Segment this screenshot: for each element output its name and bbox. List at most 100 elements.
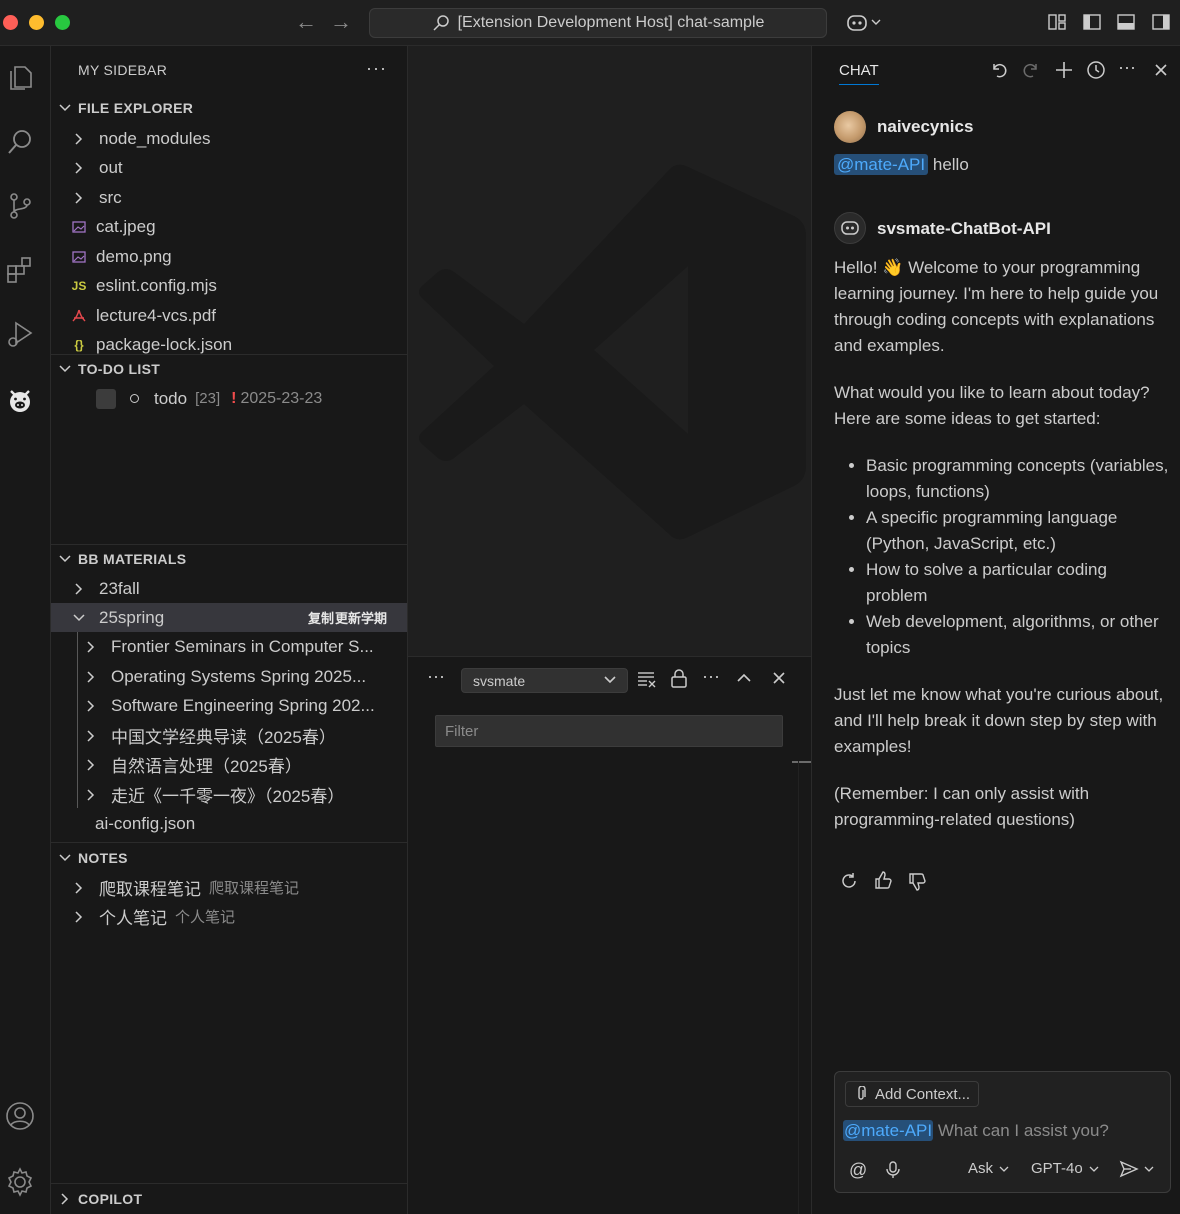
json-file-icon: {} bbox=[74, 337, 84, 352]
sidebar-more-actions[interactable]: ··· bbox=[366, 58, 387, 79]
close-panel-icon[interactable] bbox=[772, 671, 786, 685]
tree-item-label: 爬取课程笔记 bbox=[99, 880, 201, 899]
back-arrow-icon[interactable]: ← bbox=[295, 10, 317, 34]
pig-extension-icon[interactable] bbox=[2, 382, 38, 418]
mode-picker[interactable]: Ask bbox=[968, 1160, 1010, 1177]
todo-item[interactable]: todo [23] ! 2025-23-23 bbox=[51, 384, 407, 413]
chevron-down-icon bbox=[51, 103, 78, 113]
tree-item-src[interactable]: src bbox=[51, 183, 407, 212]
send-button[interactable] bbox=[1119, 1160, 1155, 1178]
maximize-window-button[interactable] bbox=[55, 15, 70, 30]
todo-checkbox[interactable] bbox=[96, 388, 116, 409]
minimize-window-button[interactable] bbox=[29, 15, 44, 30]
tree-item-ai-config[interactable]: ai-config.json bbox=[51, 809, 407, 838]
paperclip-icon bbox=[858, 1086, 866, 1100]
output-channel-select[interactable]: svsmate bbox=[461, 668, 628, 693]
course-folder[interactable]: Frontier Seminars in Computer S... bbox=[51, 632, 407, 661]
course-folder[interactable]: 自然语言处理（2025春） bbox=[51, 750, 407, 779]
tree-item-out[interactable]: out bbox=[51, 153, 407, 182]
accounts-icon[interactable] bbox=[2, 1098, 38, 1134]
chat-more-icon[interactable]: ··· bbox=[1118, 57, 1136, 78]
clear-output-icon[interactable] bbox=[637, 670, 657, 688]
customize-layout-icon[interactable] bbox=[1047, 12, 1067, 32]
course-folder[interactable]: Software Engineering Spring 202... bbox=[51, 691, 407, 720]
thumbs-down-icon[interactable] bbox=[907, 872, 927, 892]
bb-materials-header[interactable]: BB MATERIALS bbox=[51, 547, 407, 571]
file-explorer-header[interactable]: FILE EXPLORER bbox=[51, 96, 407, 120]
todo-list-header[interactable]: TO-DO LIST bbox=[51, 357, 407, 381]
retry-icon[interactable] bbox=[839, 871, 859, 891]
lock-icon[interactable] bbox=[670, 668, 688, 688]
scrollbar-indicator bbox=[792, 761, 811, 763]
tree-item-label: src bbox=[99, 187, 122, 207]
chat-input-field[interactable]: @mate-API What can I assist you? bbox=[843, 1120, 1109, 1141]
tree-item-label: 中国文学经典导读（2025春） bbox=[111, 728, 336, 747]
mode-label: Ask bbox=[968, 1160, 994, 1177]
tree-item-demo-png[interactable]: demo.png bbox=[51, 242, 407, 271]
panel-more-actions[interactable]: ··· bbox=[427, 666, 445, 687]
tree-item-label: 25spring bbox=[99, 607, 165, 627]
bot-closing: Just let me know what you're curious abo… bbox=[834, 685, 1164, 756]
settings-gear-icon[interactable] bbox=[2, 1164, 38, 1200]
new-chat-plus-icon[interactable] bbox=[1054, 60, 1074, 80]
course-folder[interactable]: Operating Systems Spring 2025... bbox=[51, 662, 407, 691]
chevron-right-icon bbox=[83, 640, 99, 654]
course-folder[interactable]: 中国文学经典导读（2025春） bbox=[51, 721, 407, 750]
user-message-text: hello bbox=[932, 155, 969, 174]
model-picker[interactable]: GPT-4o bbox=[1031, 1160, 1100, 1177]
undo-icon[interactable] bbox=[990, 61, 1008, 79]
tree-item-23fall[interactable]: 23fall bbox=[51, 574, 407, 603]
chevron-right-icon bbox=[71, 191, 87, 205]
toggle-primary-sidebar-icon[interactable] bbox=[1082, 12, 1102, 32]
extensions-icon[interactable] bbox=[2, 252, 38, 288]
notes-item-crawl[interactable]: 爬取课程笔记 爬取课程笔记 bbox=[51, 873, 407, 902]
toggle-secondary-sidebar-icon[interactable] bbox=[1151, 12, 1171, 32]
tree-item-cat-jpeg[interactable]: cat.jpeg bbox=[51, 212, 407, 241]
source-control-icon[interactable] bbox=[2, 188, 38, 224]
panel-overflow-icon[interactable]: ··· bbox=[702, 666, 720, 687]
bot-avatar bbox=[834, 212, 866, 244]
history-icon[interactable] bbox=[1086, 60, 1106, 80]
microphone-icon[interactable] bbox=[885, 1160, 901, 1180]
chevron-down-icon bbox=[51, 364, 78, 374]
idea-item: Basic programming concepts (variables, l… bbox=[866, 453, 1169, 505]
filter-input[interactable]: Filter bbox=[435, 715, 783, 747]
add-context-label: Add Context... bbox=[875, 1085, 971, 1103]
notes-item-personal[interactable]: 个人笔记 个人笔记 bbox=[51, 902, 407, 931]
redo-icon[interactable] bbox=[1022, 61, 1040, 79]
js-file-icon: JS bbox=[71, 278, 87, 293]
add-context-button[interactable]: Add Context... bbox=[845, 1081, 980, 1107]
copilot-icon[interactable] bbox=[846, 12, 886, 34]
thumbs-up-icon[interactable] bbox=[873, 870, 893, 890]
chat-input-box[interactable]: Add Context... @mate-API What can I assi… bbox=[834, 1071, 1171, 1193]
pdf-file-icon bbox=[71, 308, 87, 324]
close-window-button[interactable] bbox=[3, 15, 18, 30]
tree-item-label: out bbox=[99, 157, 123, 177]
tree-item-label: 个人笔记 bbox=[99, 909, 167, 928]
close-chat-icon[interactable] bbox=[1154, 63, 1168, 77]
chevron-down-icon bbox=[1089, 1166, 1099, 1172]
mention-at-icon[interactable]: @ bbox=[849, 1160, 867, 1181]
tree-item-25spring[interactable]: 25spring 复制 更新学期 bbox=[51, 603, 407, 632]
tree-item-node-modules[interactable]: node_modules bbox=[51, 124, 407, 153]
toggle-panel-icon[interactable] bbox=[1116, 12, 1136, 32]
run-and-debug-icon[interactable] bbox=[2, 316, 38, 352]
explorer-icon[interactable] bbox=[2, 60, 38, 96]
tree-item-label: Frontier Seminars in Computer S... bbox=[111, 636, 374, 656]
command-center[interactable]: [Extension Development Host] chat-sample bbox=[369, 8, 827, 38]
forward-arrow-icon[interactable]: → bbox=[330, 10, 352, 34]
tree-item-label: lecture4-vcs.pdf bbox=[96, 305, 216, 325]
copilot-header[interactable]: COPILOT bbox=[51, 1187, 407, 1211]
chevron-down-icon bbox=[1144, 1166, 1154, 1172]
course-folder[interactable]: 走近《一千零一夜》（2025春） bbox=[51, 780, 407, 809]
tree-item-eslint-config[interactable]: JS eslint.config.mjs bbox=[51, 271, 407, 300]
search-icon[interactable] bbox=[2, 124, 38, 160]
maximize-panel-chevron-up-icon[interactable] bbox=[736, 672, 752, 684]
notes-header[interactable]: NOTES bbox=[51, 846, 407, 870]
image-file-icon bbox=[71, 220, 87, 233]
chat-tab[interactable]: CHAT bbox=[839, 62, 879, 85]
activity-bar bbox=[0, 46, 51, 1214]
tree-item-lecture-pdf[interactable]: lecture4-vcs.pdf bbox=[51, 301, 407, 330]
update-term-action[interactable]: 更新学期 bbox=[335, 608, 387, 627]
copy-action[interactable]: 复制 bbox=[308, 608, 334, 627]
